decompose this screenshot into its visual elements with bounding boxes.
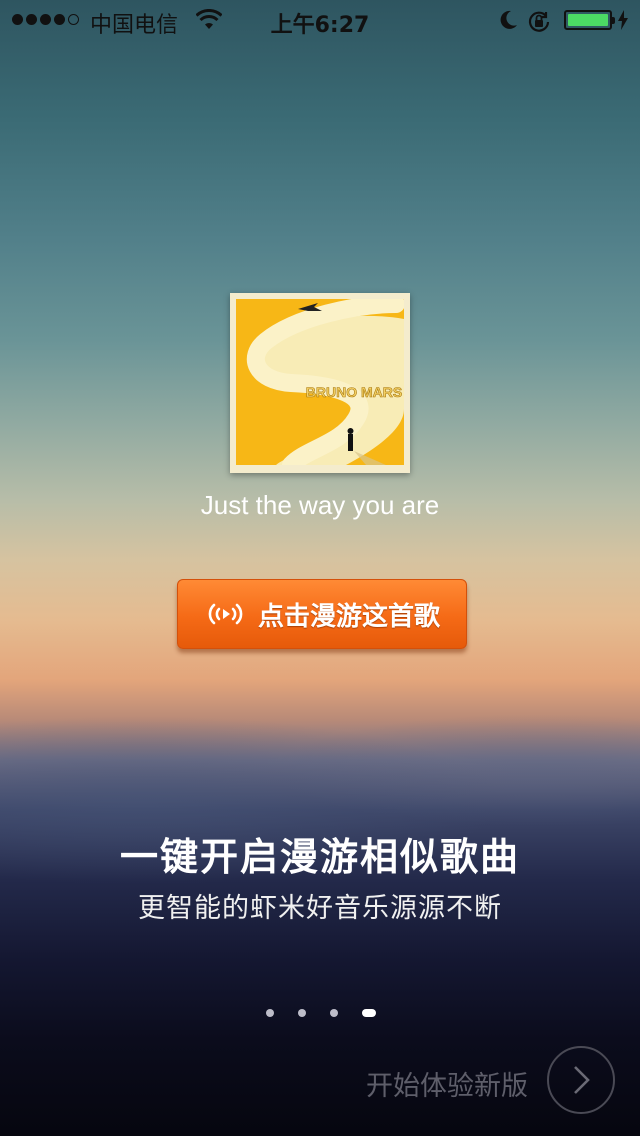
page-dot[interactable]	[330, 1009, 338, 1017]
battery-fill	[568, 14, 608, 26]
charging-bolt-icon	[618, 10, 628, 30]
feature-subline: 更智能的虾米好音乐源源不断	[138, 893, 502, 924]
moon-icon	[500, 10, 517, 29]
album-art-image: BRUNO MARS	[236, 299, 404, 465]
page-dot[interactable]	[298, 1009, 306, 1017]
song-title: Just the way you are	[200, 490, 440, 520]
album-art-text: BRUNO MARS	[306, 384, 402, 400]
album-art[interactable]: BRUNO MARS	[230, 293, 410, 473]
rotation-lock-icon	[528, 11, 550, 32]
feature-headline: 一键开启漫游相似歌曲	[119, 835, 520, 879]
roam-song-button[interactable]: 点击漫游这首歌	[177, 579, 467, 649]
roam-song-label: 点击漫游这首歌	[257, 601, 440, 632]
page-indicator[interactable]	[266, 1009, 376, 1017]
start-new-version-link[interactable]: 开始体验新版	[366, 1064, 528, 1103]
page-dot-active[interactable]	[362, 1009, 376, 1017]
battery-nub	[612, 17, 615, 24]
page-dot[interactable]	[266, 1009, 274, 1017]
battery-icon	[564, 10, 615, 30]
start-new-version-button[interactable]	[547, 1046, 615, 1114]
radio-waves-icon	[208, 603, 243, 625]
status-bar: 中国电信 上午6:27	[0, 0, 640, 40]
chevron-right-icon	[574, 1066, 590, 1094]
